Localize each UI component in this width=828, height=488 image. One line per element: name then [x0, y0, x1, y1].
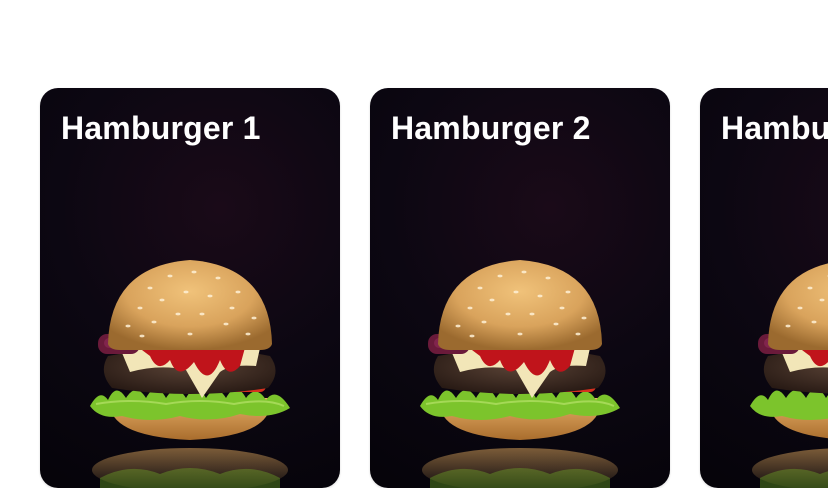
hamburger-carousel[interactable]: Hamburger 1 Hamburger 2 Hambu [0, 0, 828, 488]
card-title: Hamburger 2 [391, 110, 591, 146]
hamburger-image [420, 260, 620, 488]
hamburger-card-1[interactable]: Hamburger 1 [40, 88, 340, 488]
card-title: Hamburger 3 [721, 110, 828, 146]
hamburger-card-2[interactable]: Hamburger 2 [370, 88, 670, 488]
hamburger-image [750, 263, 828, 488]
carousel-track: Hamburger 1 Hamburger 2 Hambu [40, 88, 828, 488]
hamburger-card-3[interactable]: Hamburger 3 [700, 88, 828, 488]
hamburger-image [90, 260, 290, 488]
card-title: Hamburger 1 [61, 110, 261, 146]
